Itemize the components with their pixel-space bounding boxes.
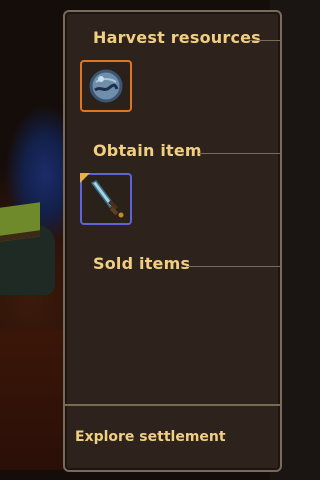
section-title-obtain-item: Obtain item (93, 141, 202, 160)
crystal-sword-icon (90, 180, 124, 218)
obtain-item-slot[interactable] (80, 173, 132, 225)
settlement-info-panel: Harvest resources Obtain item Sold items… (63, 10, 282, 472)
lava-floor (0, 330, 64, 470)
explore-settlement-label[interactable]: Explore settlement (75, 429, 226, 445)
blue-stone-orb-icon (89, 69, 123, 103)
harvest-resource-slot[interactable] (80, 60, 132, 112)
section-title-sold-items: Sold items (93, 254, 191, 273)
section-title-harvest-resources: Harvest resources (93, 28, 261, 47)
section-divider (187, 266, 282, 267)
section-divider (199, 153, 282, 154)
section-divider (250, 40, 282, 41)
footer-divider (65, 404, 280, 406)
grass-tile (0, 202, 40, 242)
